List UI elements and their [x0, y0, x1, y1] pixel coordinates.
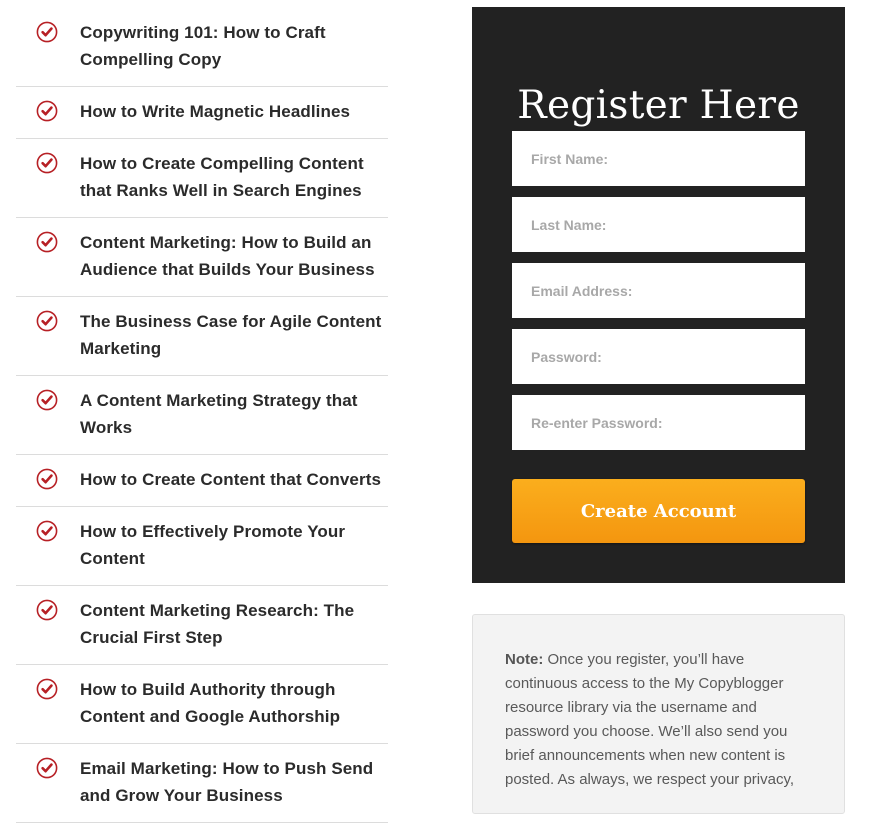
register-form: Register Here Create Account — [472, 7, 845, 583]
check-circle-icon — [36, 389, 58, 411]
check-circle-icon — [36, 310, 58, 332]
register-title: Register Here — [517, 83, 800, 129]
check-circle-icon — [36, 468, 58, 490]
password-input[interactable] — [512, 329, 805, 384]
course-item[interactable]: Content Marketing: How to Build an Audie… — [16, 218, 388, 297]
course-title: How to Create Content that Converts — [80, 470, 382, 489]
note-body: Once you register, you’ll have continuou… — [505, 651, 795, 788]
check-circle-icon — [36, 520, 58, 542]
check-circle-icon — [36, 21, 58, 43]
check-circle-icon — [36, 757, 58, 779]
note-text: Note: Once you register, you’ll have con… — [505, 648, 812, 792]
course-title: How to Write Magnetic Headlines — [80, 102, 351, 121]
note-label: Note: — [505, 651, 544, 668]
course-item[interactable]: Content Marketing Research: The Crucial … — [16, 586, 388, 665]
course-item[interactable]: A Content Marketing Strategy that Works — [16, 376, 388, 455]
check-circle-icon — [36, 152, 58, 174]
course-item[interactable]: The Business Case for Agile Content Mark… — [16, 297, 388, 376]
course-item[interactable]: How to Write Magnetic Headlines — [16, 87, 388, 139]
course-title: Content Marketing: How to Build an Audie… — [80, 233, 375, 279]
course-item[interactable]: How to Effectively Promote Your Content — [16, 507, 388, 586]
course-item[interactable]: How to Create Content that Converts — [16, 455, 388, 507]
course-item[interactable]: Email Marketing: How to Push Send and Gr… — [16, 744, 388, 823]
note-box: Note: Once you register, you’ll have con… — [472, 614, 845, 814]
course-title: Copywriting 101: How to Craft Compelling… — [80, 23, 326, 69]
first-name-input[interactable] — [512, 131, 805, 186]
course-list: Copywriting 101: How to Craft Compelling… — [16, 8, 388, 823]
course-item[interactable]: How to Build Authority through Content a… — [16, 665, 388, 744]
last-name-input[interactable] — [512, 197, 805, 252]
course-title: The Business Case for Agile Content Mark… — [80, 312, 382, 358]
course-item[interactable]: Copywriting 101: How to Craft Compelling… — [16, 8, 388, 87]
course-title: How to Create Compelling Content that Ra… — [80, 154, 364, 200]
course-title: Email Marketing: How to Push Send and Gr… — [80, 759, 374, 805]
create-account-button[interactable]: Create Account — [512, 479, 805, 543]
check-circle-icon — [36, 231, 58, 253]
course-title: A Content Marketing Strategy that Works — [80, 391, 358, 437]
check-circle-icon — [36, 599, 58, 621]
course-title: How to Build Authority through Content a… — [80, 680, 341, 726]
course-item[interactable]: How to Create Compelling Content that Ra… — [16, 139, 388, 218]
email-input[interactable] — [512, 263, 805, 318]
check-circle-icon — [36, 678, 58, 700]
course-title: How to Effectively Promote Your Content — [80, 522, 346, 568]
password-confirm-input[interactable] — [512, 395, 805, 450]
check-circle-icon — [36, 100, 58, 122]
course-title: Content Marketing Research: The Crucial … — [80, 601, 355, 647]
